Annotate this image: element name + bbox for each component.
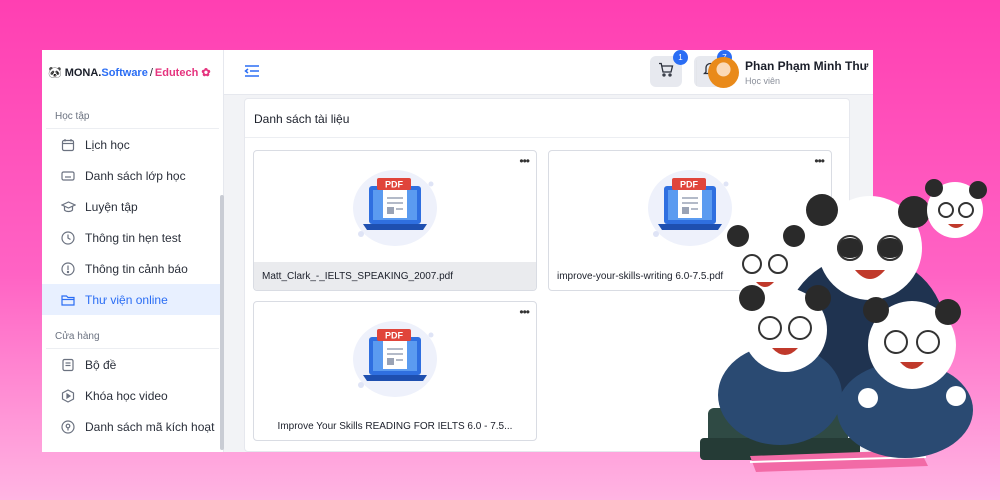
pdf-label: PDF (385, 331, 404, 341)
panda-logo-icon: 🐼 (48, 67, 62, 79)
sidebar-item-label: Thông tin cảnh báo (85, 261, 188, 276)
clock-icon (60, 230, 76, 246)
brand-separator: / (149, 66, 153, 79)
cart-button[interactable]: 1 (650, 50, 688, 87)
sidebar: 🐼 MONA. Software / Edutech ✿ Học tập Lịc… (42, 50, 224, 452)
sidebar-item-practice[interactable]: Luyện tập (42, 191, 223, 222)
sidebar-item-online-library[interactable]: Thư viện online (42, 284, 223, 315)
brand-edutech: Edutech (154, 66, 199, 79)
sidebar-item-schedule[interactable]: Lịch học (42, 129, 223, 160)
section-title-learning: Học tập (46, 95, 219, 129)
warning-icon (60, 261, 76, 277)
avatar[interactable] (708, 57, 739, 88)
document-card[interactable]: ••• PDF Improve Your Skills READING FOR … (253, 301, 537, 441)
sidebar-item-label: Thư viện online (85, 292, 168, 307)
sidebar-item-activation-codes[interactable]: Danh sách mã kích hoạt (42, 411, 223, 442)
pdf-laptop-icon: PDF (347, 315, 443, 401)
sidebar-item-label: Khóa học video (85, 388, 168, 403)
top-header: 1 7 Phan Phạm Minh Thư Học viên (224, 50, 873, 95)
video-icon (60, 388, 76, 404)
sidebar-item-label: Danh sách lớp học (85, 168, 186, 183)
document-icon (60, 357, 76, 373)
sidebar-item-test-sets[interactable]: Bộ đề (42, 349, 223, 380)
sidebar-item-label: Danh sách mã kích hoạt (85, 419, 215, 434)
panda-mascots-illustration (690, 170, 990, 480)
sidebar-item-label: Bộ đề (85, 357, 117, 372)
sidebar-item-test-appointment[interactable]: Thông tin hẹn test (42, 222, 223, 253)
document-name[interactable]: Improve Your Skills READING FOR IELTS 6.… (254, 412, 536, 440)
cart-icon (658, 62, 674, 82)
cart-badge: 1 (673, 50, 688, 65)
brand-logo[interactable]: 🐼 MONA. Software / Edutech ✿ (42, 50, 223, 95)
menu-collapse-icon[interactable] (244, 64, 262, 80)
document-card[interactable]: ••• PDF Matt_Clark_-_IELTS_SPEAKING_2007… (253, 150, 537, 291)
header-divider (696, 60, 697, 86)
pdf-laptop-icon: PDF (347, 164, 443, 250)
sidebar-item-classes[interactable]: Danh sách lớp học (42, 160, 223, 191)
more-options-icon[interactable]: ••• (519, 154, 530, 168)
document-name[interactable]: Matt_Clark_-_IELTS_SPEAKING_2007.pdf (254, 262, 536, 290)
pdf-label: PDF (385, 180, 404, 190)
page-title: Danh sách tài liệu (254, 112, 350, 126)
brand-mona: MONA. (64, 66, 102, 79)
sidebar-item-video-courses[interactable]: Khóa học video (42, 380, 223, 411)
keyboard-icon (60, 168, 76, 184)
sidebar-item-label: Lịch học (85, 137, 130, 152)
sidebar-item-warnings[interactable]: Thông tin cảnh báo (42, 253, 223, 284)
user-role: Học viên (745, 76, 781, 86)
more-options-icon[interactable]: ••• (519, 305, 530, 319)
key-icon (60, 419, 76, 435)
user-name[interactable]: Phan Phạm Minh Thư (745, 59, 868, 73)
panel-divider (245, 137, 849, 138)
brand-software: Software (101, 66, 148, 79)
sidebar-item-label: Luyện tập (85, 199, 138, 214)
graduation-cap-icon (60, 199, 76, 215)
sidebar-item-label: Thông tin hẹn test (85, 230, 182, 245)
brain-icon: ✿ (201, 67, 211, 79)
more-options-icon[interactable]: ••• (814, 154, 825, 168)
section-title-store: Cửa hàng (46, 315, 219, 349)
calendar-icon (60, 137, 76, 153)
sidebar-scrollbar[interactable] (220, 195, 224, 450)
folder-icon (60, 292, 76, 308)
